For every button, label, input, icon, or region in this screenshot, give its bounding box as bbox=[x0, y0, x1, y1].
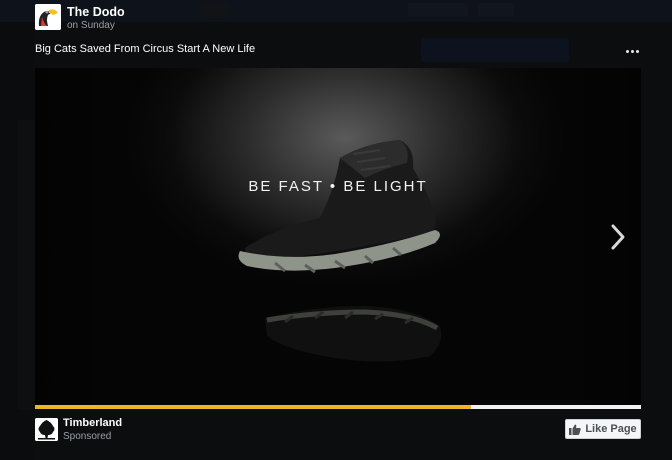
post-caption: Big Cats Saved From Circus Start A New L… bbox=[35, 43, 256, 55]
like-page-button[interactable]: Like Page bbox=[565, 419, 641, 439]
page-avatar[interactable] bbox=[35, 4, 61, 30]
more-dots-icon bbox=[635, 49, 639, 53]
video-edge-shadow bbox=[571, 68, 641, 405]
video-progress-fill bbox=[35, 405, 472, 409]
more-options-button[interactable] bbox=[620, 44, 644, 58]
sponsor-name[interactable]: Timberland bbox=[63, 417, 122, 429]
thumbs-up-icon bbox=[569, 424, 582, 435]
chevron-right-icon[interactable] bbox=[607, 222, 629, 252]
more-dots-icon bbox=[630, 49, 634, 53]
timberland-tree-icon bbox=[35, 418, 58, 441]
video-player[interactable]: BE FAST • BE LIGHT bbox=[35, 68, 641, 405]
video-edge-shadow bbox=[35, 68, 105, 405]
page-name[interactable]: The Dodo bbox=[67, 5, 125, 19]
sponsored-label: Sponsored bbox=[63, 431, 112, 442]
like-page-label: Like Page bbox=[585, 423, 637, 435]
post-timestamp[interactable]: on Sunday bbox=[67, 20, 115, 31]
video-progress-bar[interactable] bbox=[35, 405, 641, 409]
sponsor-avatar[interactable] bbox=[35, 418, 58, 441]
more-dots-icon bbox=[625, 49, 629, 53]
video-headline: BE FAST • BE LIGHT bbox=[248, 178, 428, 195]
dodo-bird-icon bbox=[35, 4, 61, 30]
shoe-image bbox=[238, 140, 442, 362]
